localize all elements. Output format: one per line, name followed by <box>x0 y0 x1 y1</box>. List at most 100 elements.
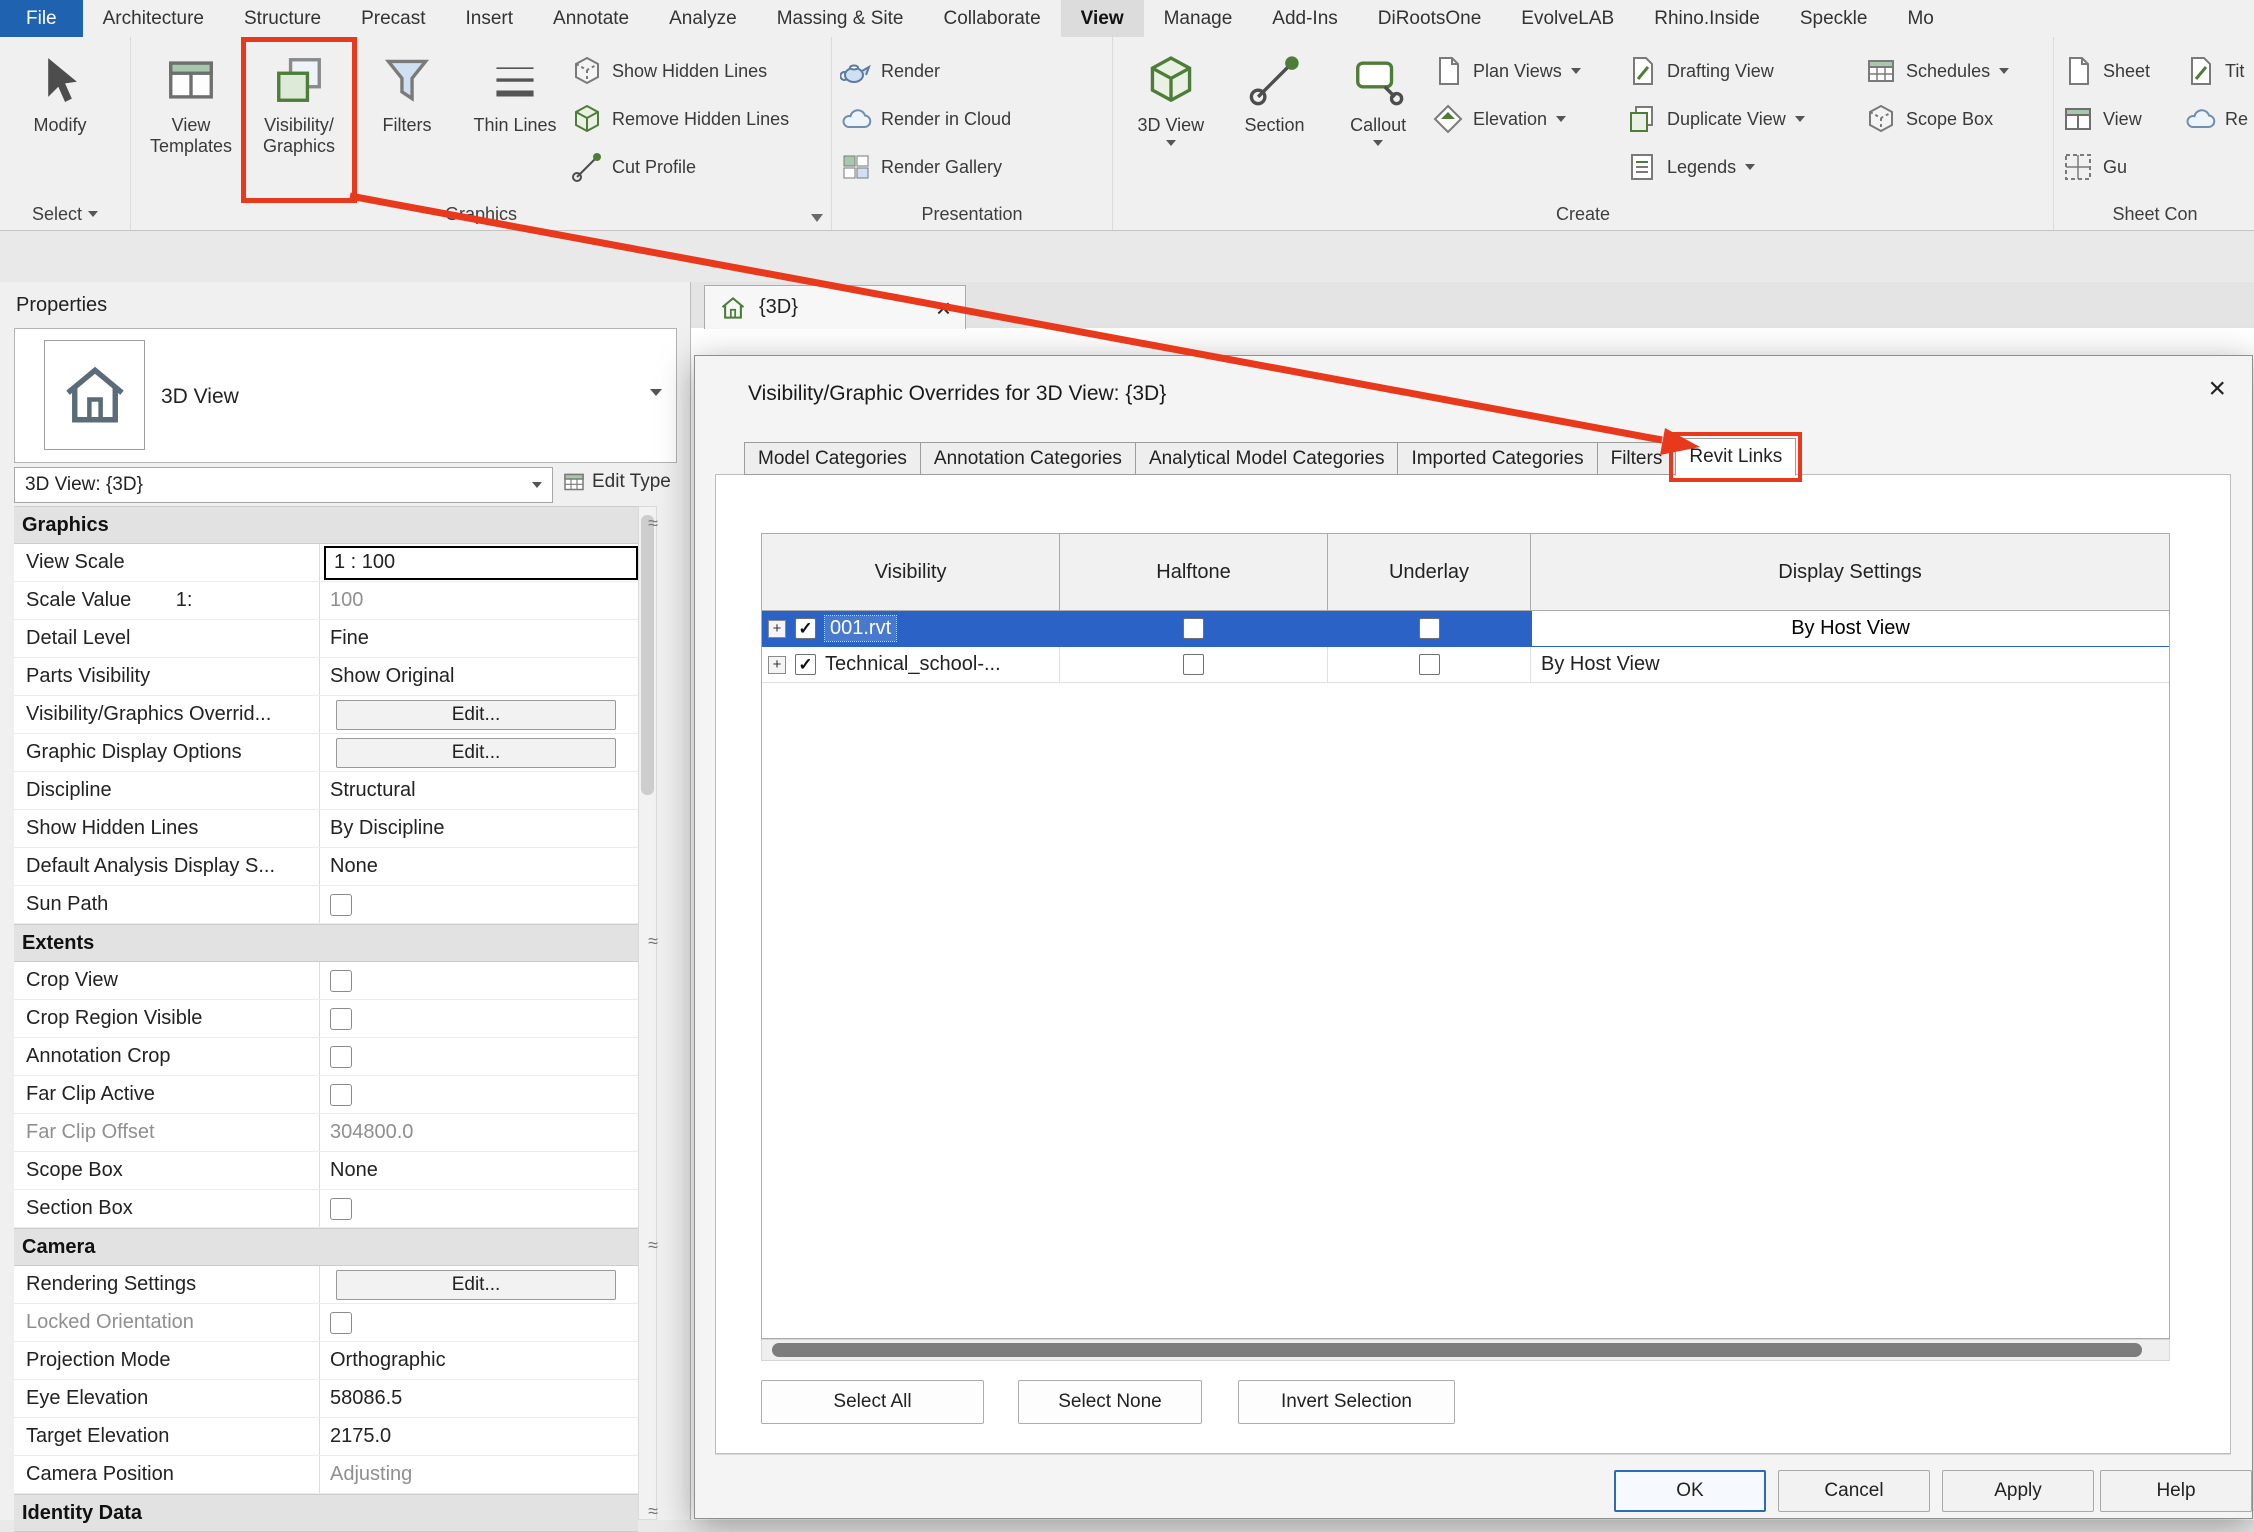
remove-hidden-lines-button[interactable]: Remove Hidden Lines <box>571 99 789 139</box>
ribbon-tab-dirootsone[interactable]: DiRootsOne <box>1358 0 1502 37</box>
thin-lines-button[interactable]: Thin Lines <box>463 43 567 197</box>
scrollbar-thumb[interactable] <box>772 1343 2142 1357</box>
property-value[interactable]: Edit... <box>319 734 638 771</box>
cut-profile-button[interactable]: Cut Profile <box>571 147 789 187</box>
edit-button[interactable]: Edit... <box>336 738 616 768</box>
title-block-button[interactable]: Tit <box>2184 51 2248 91</box>
scrollbar-thumb[interactable] <box>641 515 654 795</box>
link-row-technical-school[interactable]: +✓Technical_school-...By Host View <box>762 647 2169 683</box>
property-value[interactable]: Structural <box>319 772 638 809</box>
property-group-extents[interactable]: Extents≈ <box>14 924 638 962</box>
property-value[interactable]: None <box>319 1152 638 1189</box>
select-dropdown[interactable]: Select <box>0 198 130 230</box>
property-value[interactable]: Adjusting <box>319 1456 638 1493</box>
display-settings-cell[interactable]: By Host View <box>1531 647 2169 682</box>
view-tab-3d[interactable]: {3D} × <box>704 285 966 329</box>
property-value[interactable]: 58086.5 <box>319 1380 638 1417</box>
ribbon-tab-evolvelab[interactable]: EvolveLAB <box>1501 0 1634 37</box>
scope-box-button[interactable]: Scope Box <box>1865 99 2045 139</box>
dialog-tab-model-categories[interactable]: Model Categories <box>744 442 921 475</box>
underlay-checkbox[interactable] <box>1419 618 1440 639</box>
property-value[interactable]: Orthographic <box>319 1342 638 1379</box>
chevron-down-icon[interactable] <box>650 389 662 396</box>
display-settings-cell[interactable]: By Host View <box>1531 611 2169 646</box>
properties-scrollbar[interactable] <box>638 506 657 1520</box>
panel-launcher-icon[interactable] <box>811 214 823 222</box>
show-hidden-lines-button[interactable]: Show Hidden Lines <box>571 51 789 91</box>
property-group-graphics[interactable]: Graphics≈ <box>14 506 638 544</box>
checkbox[interactable] <box>330 1084 352 1106</box>
dropdown-arrow-icon[interactable] <box>1373 140 1383 146</box>
property-value[interactable]: None <box>319 848 638 885</box>
visibility-checkbox[interactable]: ✓ <box>795 618 816 639</box>
ok-button[interactable]: OK <box>1614 1470 1766 1512</box>
ribbon-tab-collaborate[interactable]: Collaborate <box>923 0 1060 37</box>
checkbox[interactable] <box>330 1008 352 1030</box>
property-value[interactable] <box>319 1076 638 1113</box>
view-selector-combobox[interactable]: 3D View: {3D} <box>14 467 553 503</box>
ribbon-tab-add-ins[interactable]: Add-Ins <box>1252 0 1357 37</box>
expand-icon[interactable]: + <box>768 620 786 638</box>
sheet-button[interactable]: Sheet <box>2062 51 2180 91</box>
plan-views-button[interactable]: Plan Views <box>1432 51 1622 91</box>
group-collapse-icon[interactable]: ≈ <box>648 1501 658 1522</box>
dropdown-arrow-icon[interactable] <box>1166 140 1176 146</box>
ribbon-tab-manage[interactable]: Manage <box>1144 0 1253 37</box>
group-collapse-icon[interactable]: ≈ <box>648 931 658 952</box>
type-selector-box[interactable]: 3D View <box>14 328 677 463</box>
dialog-close-icon[interactable]: × <box>2208 374 2226 404</box>
property-value[interactable] <box>319 1000 638 1037</box>
property-value[interactable] <box>319 1304 638 1341</box>
column-header-visibility[interactable]: Visibility <box>762 534 1060 610</box>
ribbon-tab-annotate[interactable]: Annotate <box>533 0 649 37</box>
ribbon-tab-mo[interactable]: Mo <box>1887 0 1953 37</box>
visibility-graphics-button[interactable]: Visibility/ Graphics <box>247 43 351 197</box>
ribbon-tab-architecture[interactable]: Architecture <box>83 0 224 37</box>
property-value[interactable]: 100 <box>319 582 638 619</box>
property-value[interactable]: 2175.0 <box>319 1418 638 1455</box>
invert-selection-button[interactable]: Invert Selection <box>1238 1380 1455 1424</box>
property-value[interactable]: 304800.0 <box>319 1114 638 1151</box>
property-value[interactable]: By Discipline <box>319 810 638 847</box>
guide-grid-button[interactable]: Gu <box>2062 147 2180 187</box>
render-button[interactable]: Render <box>840 51 1011 91</box>
edit-type-button[interactable]: Edit Type <box>562 470 671 494</box>
select-none-button[interactable]: Select None <box>1018 1380 1202 1424</box>
table-horizontal-scrollbar[interactable] <box>761 1339 2170 1361</box>
callout-button[interactable]: Callout <box>1328 43 1428 197</box>
elevation-button[interactable]: Elevation <box>1432 99 1622 139</box>
render-gallery-button[interactable]: Render Gallery <box>840 147 1011 187</box>
property-value[interactable]: Fine <box>319 620 638 657</box>
dialog-tab-revit-links[interactable]: Revit Links <box>1675 438 1796 476</box>
modify-button[interactable]: Modify <box>8 43 112 197</box>
property-value[interactable]: Edit... <box>319 696 638 733</box>
ribbon-tab-rhino-inside[interactable]: Rhino.Inside <box>1634 0 1780 37</box>
apply-button[interactable]: Apply <box>1942 1470 2094 1512</box>
select-all-button[interactable]: Select All <box>761 1380 984 1424</box>
checkbox[interactable] <box>330 1312 352 1334</box>
edit-button[interactable]: Edit... <box>336 700 616 730</box>
link-row-001-rvt[interactable]: +✓001.rvtBy Host View <box>762 611 2169 647</box>
render-in-cloud-button[interactable]: Render in Cloud <box>840 99 1011 139</box>
checkbox[interactable] <box>330 894 352 916</box>
property-value[interactable]: Edit... <box>319 1266 638 1303</box>
halftone-checkbox[interactable] <box>1183 654 1204 675</box>
column-header-halftone[interactable]: Halftone <box>1060 534 1328 610</box>
schedules-button[interactable]: Schedules <box>1865 51 2045 91</box>
cancel-button[interactable]: Cancel <box>1778 1470 1930 1512</box>
view-button[interactable]: View <box>2062 99 2180 139</box>
3d-view-button[interactable]: 3D View <box>1121 43 1221 197</box>
section-button[interactable]: Section <box>1225 43 1325 197</box>
revisions-button[interactable]: Re <box>2184 99 2248 139</box>
property-group-camera[interactable]: Camera≈ <box>14 1228 638 1266</box>
ribbon-tab-view[interactable]: View <box>1061 0 1144 37</box>
ribbon-tab-file[interactable]: File <box>0 0 83 37</box>
underlay-checkbox[interactable] <box>1419 654 1440 675</box>
dialog-tab-imported-categories[interactable]: Imported Categories <box>1397 442 1597 475</box>
ribbon-tab-speckle[interactable]: Speckle <box>1780 0 1888 37</box>
group-collapse-icon[interactable]: ≈ <box>648 1235 658 1256</box>
duplicate-view-button[interactable]: Duplicate View <box>1626 99 1861 139</box>
drafting-view-button[interactable]: Drafting View <box>1626 51 1861 91</box>
dialog-tab-annotation-categories[interactable]: Annotation Categories <box>920 442 1136 475</box>
ribbon-tab-insert[interactable]: Insert <box>446 0 534 37</box>
